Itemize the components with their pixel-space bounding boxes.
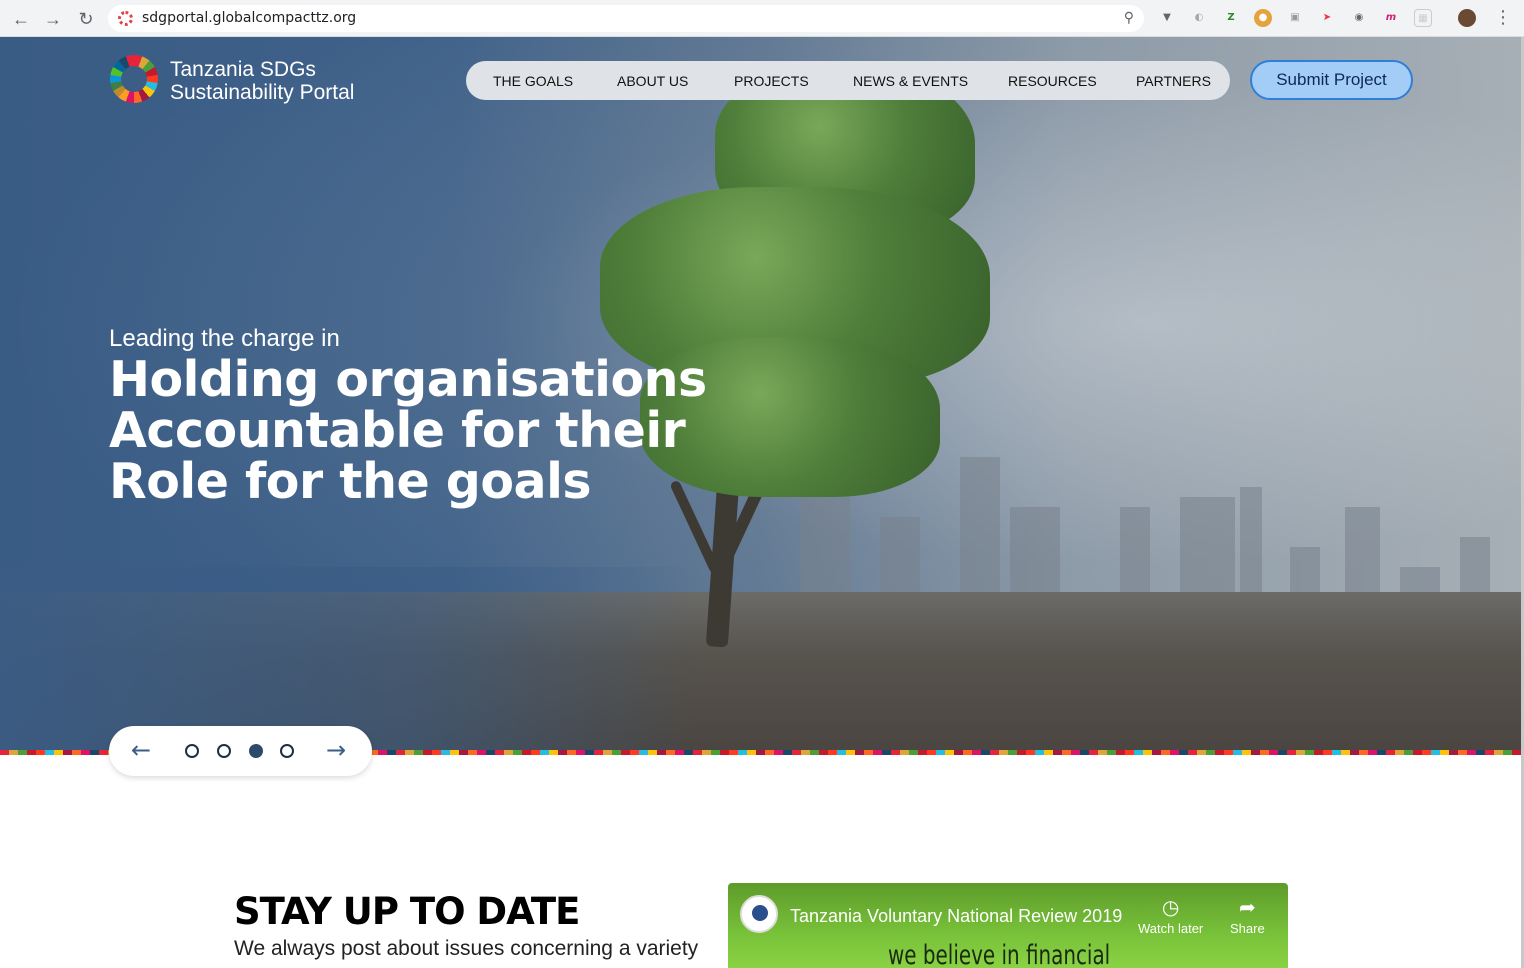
section-subtitle: We always post about issues concerning a… xyxy=(234,937,699,960)
reload-icon[interactable]: ↻ xyxy=(75,8,97,30)
nav-resources[interactable]: RESOURCES xyxy=(1008,73,1097,89)
hero-title-line1: Holding organisations xyxy=(109,351,707,408)
hero-title-line2: Accountable for their xyxy=(109,402,686,459)
section-title: STAY UP TO DATE xyxy=(234,890,580,933)
extension-circle-icon[interactable]: ● xyxy=(1254,9,1272,27)
share-button[interactable]: ➦ Share xyxy=(1230,895,1265,936)
back-icon[interactable]: ← xyxy=(10,8,32,30)
nav-news-events[interactable]: NEWS & EVENTS xyxy=(853,73,968,89)
forward-icon[interactable]: → xyxy=(42,8,64,30)
sdg-wheel-logo-icon[interactable] xyxy=(110,55,158,103)
extension-timer-icon[interactable]: ◐ xyxy=(1190,9,1208,27)
clock-icon: ◷ xyxy=(1161,897,1180,919)
url-text[interactable]: sdgportal.globalcompacttz.org xyxy=(142,10,356,26)
carousel-controls: ← → xyxy=(109,726,372,776)
nav-projects[interactable]: PROJECTS xyxy=(734,73,809,89)
hero-title: Holding organisations Accountable for th… xyxy=(109,354,709,507)
extension-grid-icon[interactable]: ▦ xyxy=(1414,9,1432,27)
carousel-dot-1[interactable] xyxy=(185,744,199,758)
share-icon: ➦ xyxy=(1238,897,1256,919)
extension-m-icon[interactable]: m xyxy=(1382,9,1400,27)
video-title[interactable]: Tanzania Voluntary National Review 2019 xyxy=(790,906,1122,927)
carousel-dot-3-active[interactable] xyxy=(249,744,263,758)
hero-kicker: Leading the charge in xyxy=(109,325,340,352)
main-navigation: THE GOALS ABOUT US PROJECTS NEWS & EVENT… xyxy=(466,61,1230,100)
channel-logo-icon[interactable] xyxy=(740,895,778,933)
extension-camera-icon[interactable]: ◉ xyxy=(1350,9,1368,27)
video-caption: we believe in financial xyxy=(888,940,1111,968)
nav-the-goals[interactable]: THE GOALS xyxy=(493,73,573,89)
profile-avatar[interactable] xyxy=(1458,9,1476,27)
key-icon[interactable]: ⚲ xyxy=(1124,9,1134,26)
hero-banner: Tanzania SDGs Sustainability Portal THE … xyxy=(0,37,1524,750)
youtube-video-embed[interactable]: Tanzania Voluntary National Review 2019 … xyxy=(728,883,1288,968)
carousel-next-icon[interactable]: → xyxy=(326,736,346,764)
logo-line1: Tanzania SDGs xyxy=(170,58,316,81)
browser-toolbar: ← → ↻ sdgportal.globalcompacttz.org ⚲ ▼ … xyxy=(0,0,1524,37)
carousel-dot-4[interactable] xyxy=(280,744,294,758)
extension-zip-icon[interactable]: Z xyxy=(1222,9,1240,27)
carousel-dot-2[interactable] xyxy=(217,744,231,758)
address-bar[interactable]: sdgportal.globalcompacttz.org ⚲ xyxy=(108,5,1144,32)
hero-title-line3: Role for the goals xyxy=(109,453,592,510)
browser-menu-icon[interactable]: ⋮ xyxy=(1494,7,1512,28)
carousel-prev-icon[interactable]: ← xyxy=(131,736,151,764)
watch-later-label: Watch later xyxy=(1138,921,1204,936)
extension-v-icon[interactable]: ▼ xyxy=(1158,9,1176,27)
nav-partners[interactable]: PARTNERS xyxy=(1136,73,1211,89)
nav-about-us[interactable]: ABOUT US xyxy=(617,73,688,89)
share-label: Share xyxy=(1230,921,1265,936)
site-favicon-icon xyxy=(118,11,133,26)
site-logo-text[interactable]: Tanzania SDGs Sustainability Portal xyxy=(170,58,354,104)
logo-line2: Sustainability Portal xyxy=(170,81,355,104)
extension-arrow-icon[interactable]: ➤ xyxy=(1318,9,1336,27)
watch-later-button[interactable]: ◷ Watch later xyxy=(1138,895,1203,936)
extension-camera-small-icon[interactable]: ▣ xyxy=(1286,9,1304,27)
submit-project-button[interactable]: Submit Project xyxy=(1250,60,1413,100)
